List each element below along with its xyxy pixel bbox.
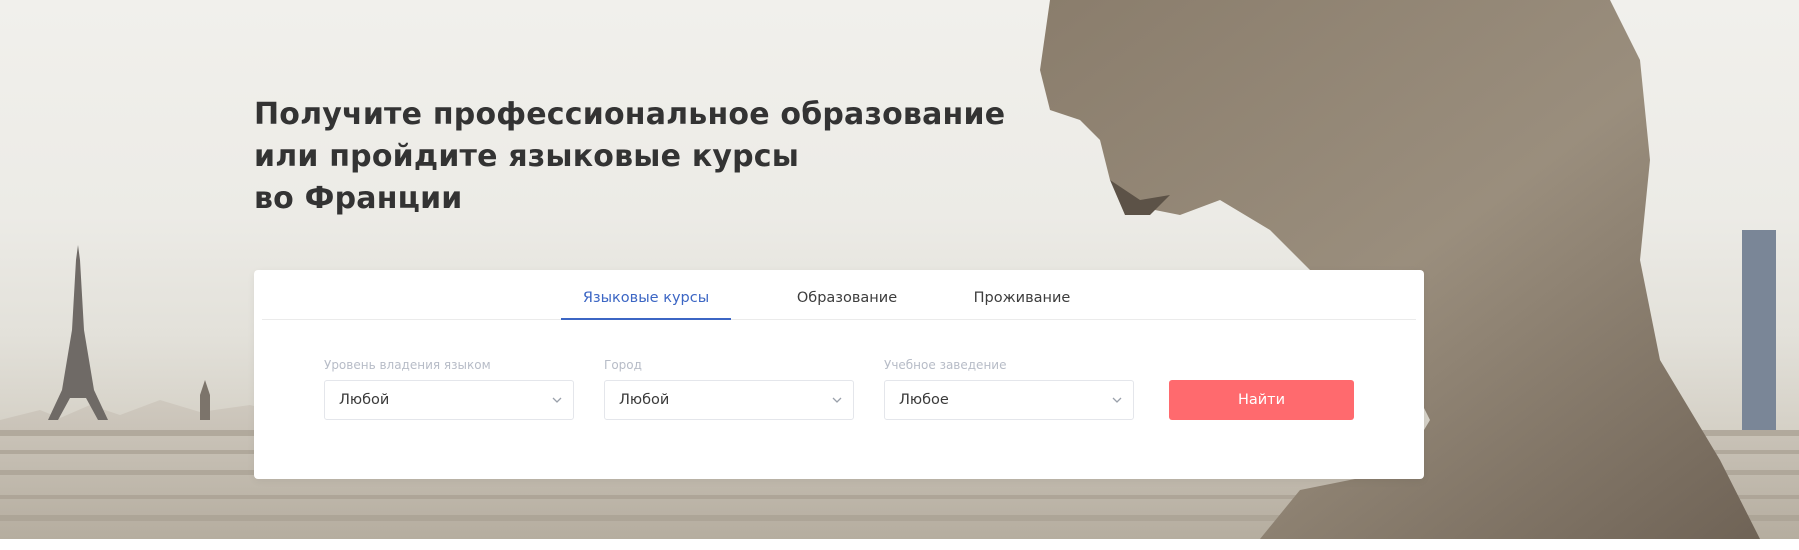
city-select[interactable]: Любой <box>604 380 854 420</box>
language-level-select[interactable]: Любой <box>324 380 574 420</box>
city-label: Город <box>604 358 642 372</box>
institution-select[interactable]: Любое <box>884 380 1134 420</box>
language-level-value: Любой <box>339 392 390 408</box>
institution-value: Любое <box>899 392 949 408</box>
page-title-line: Получите профессиональное образование <box>254 97 1006 132</box>
search-card: Языковые курсы Образование Проживание Ур… <box>254 270 1424 479</box>
tab-language-courses[interactable]: Языковые курсы <box>561 270 731 320</box>
chevron-down-icon <box>1112 397 1122 403</box>
institution-label: Учебное заведение <box>884 358 1007 372</box>
page-title-line: во Франции <box>254 181 463 216</box>
search-button[interactable]: Найти <box>1169 380 1354 420</box>
page-title: Получите профессиональное образование ил… <box>254 94 1014 220</box>
tab-housing[interactable]: Проживание <box>952 270 1092 320</box>
language-level-label: Уровень владения языком <box>324 358 491 372</box>
chevron-down-icon <box>832 397 842 403</box>
page-title-line: или пройдите языковые курсы <box>254 139 800 174</box>
search-tabs: Языковые курсы Образование Проживание <box>262 270 1416 320</box>
chevron-down-icon <box>552 397 562 403</box>
city-value: Любой <box>619 392 670 408</box>
tab-education[interactable]: Образование <box>767 270 927 320</box>
